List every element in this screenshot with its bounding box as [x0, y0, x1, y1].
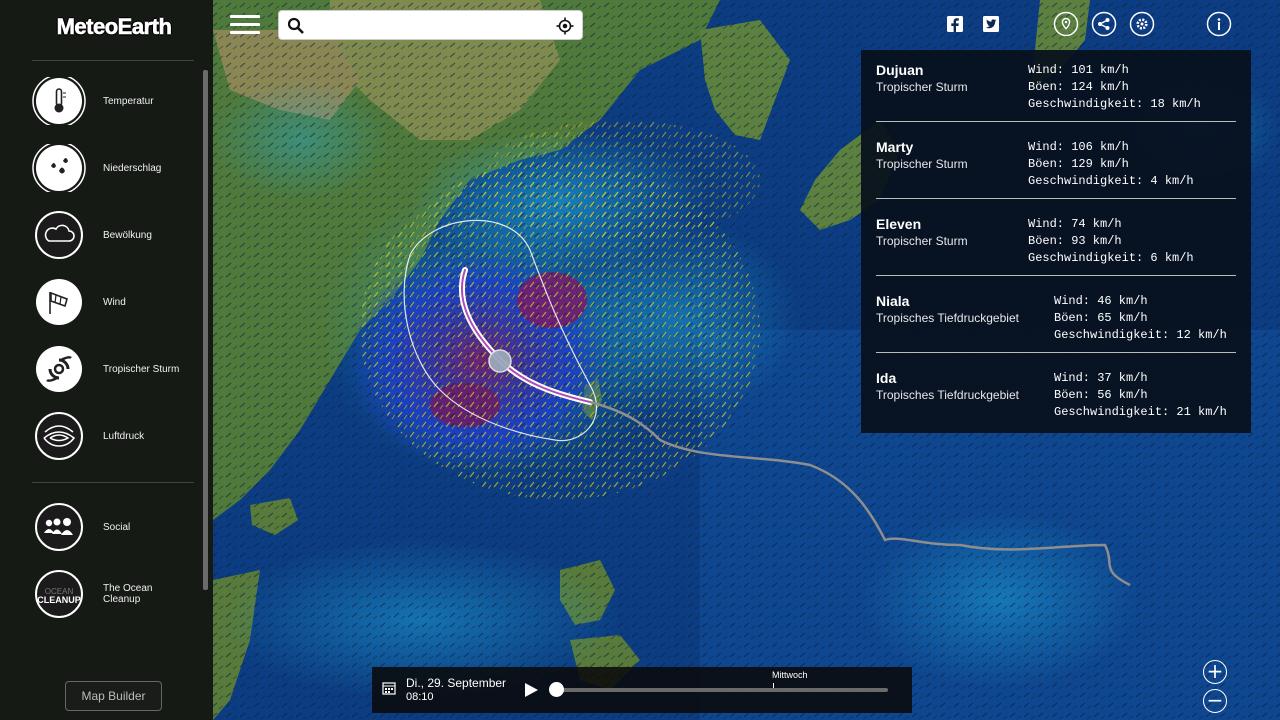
people-icon: [30, 503, 88, 551]
sidebar-item-temperature[interactable]: Temperatur: [30, 75, 200, 127]
storm-name: Dujuan: [876, 62, 924, 78]
zoom-out-button[interactable]: −: [1203, 689, 1227, 713]
storm-type: Tropischer Sturm: [876, 80, 968, 94]
timeline-time: 08:10: [406, 691, 434, 703]
storm-divider: [876, 198, 1236, 199]
sidebar-divider: [32, 482, 194, 483]
timeline-slider-handle[interactable]: [549, 682, 564, 697]
twitter-icon[interactable]: [978, 11, 1004, 37]
meteoearth-app: MeteoEarth Temperatur Niederschlag Bewöl…: [0, 0, 1280, 720]
storm-list-panel: Dujuan Tropischer Sturm Wind: 101 km/h Bö…: [861, 50, 1251, 433]
menu-icon[interactable]: [230, 14, 260, 36]
storm-divider: [876, 121, 1236, 122]
sidebar-divider: [32, 60, 194, 61]
storm-stats: Wind: 101 km/h Böen: 124 km/h Geschwindigk…: [1028, 63, 1201, 111]
day-marker-tick: [773, 683, 774, 688]
storm-item-marty[interactable]: Marty Tropischer Sturm Wind: 106 km/h Böe…: [876, 127, 1236, 204]
sidebar-item-tropical-storm[interactable]: Tropischer Sturm: [30, 343, 200, 395]
storm-type: Tropisches Tiefdruckgebiet: [876, 311, 1019, 325]
cloud-icon: [30, 211, 88, 259]
storm-name: Eleven: [876, 216, 922, 232]
sidebar-item-social[interactable]: Social: [30, 501, 200, 553]
zoom-in-button[interactable]: +: [1203, 660, 1227, 684]
sidebar-item-wind[interactable]: Wind: [30, 276, 200, 328]
location-pin-icon[interactable]: [1053, 11, 1079, 37]
sidebar-item-ocean-cleanup[interactable]: OCEAN CLEANUP The Ocean Cleanup: [30, 568, 200, 620]
hurricane-icon: [30, 345, 88, 393]
day-marker-label: Mittwoch: [772, 670, 808, 680]
search-bar: [278, 10, 583, 40]
sidebar-item-label: The Ocean Cleanup: [103, 583, 153, 605]
storm-item-dujuan[interactable]: Dujuan Tropischer Sturm Wind: 101 km/h Bö…: [876, 50, 1236, 127]
sidebar-item-label: Niederschlag: [103, 162, 162, 174]
sidebar-item-label: Wind: [103, 296, 126, 308]
pressure-icon: [30, 412, 88, 460]
storm-stats: Wind: 106 km/h Böen: 129 km/h Geschwindigk…: [1028, 140, 1194, 188]
timeline-date: Di., 29. September: [406, 676, 507, 690]
storm-name: Marty: [876, 139, 914, 155]
search-input[interactable]: [313, 15, 543, 37]
sidebar-item-label: Tropischer Sturm: [103, 363, 180, 375]
search-icon[interactable]: [287, 17, 305, 35]
sidebar-item-precipitation[interactable]: Niederschlag: [30, 142, 200, 194]
storm-divider: [876, 275, 1236, 276]
play-icon[interactable]: [522, 681, 540, 699]
storm-item-ida[interactable]: Ida Tropisches Tiefdruckgebiet Wind: 37 …: [876, 358, 1236, 435]
sidebar-item-pressure[interactable]: Luftdruck: [30, 410, 200, 462]
storm-type: Tropischer Sturm: [876, 234, 968, 248]
storm-type: Tropisches Tiefdruckgebiet: [876, 388, 1019, 402]
sidebar-item-label: Social: [103, 521, 131, 533]
storm-item-niala[interactable]: Niala Tropisches Tiefdruckgebiet Wind: 4…: [876, 281, 1236, 358]
storm-name: Ida: [876, 370, 897, 386]
ocean-cleanup-icon: OCEAN CLEANUP: [30, 570, 88, 618]
info-icon[interactable]: [1206, 11, 1232, 37]
app-logo: MeteoEarth: [56, 14, 172, 40]
timeline-bar: Di., 29. September 08:10 Mittwoch: [372, 667, 912, 713]
storm-divider: [876, 352, 1236, 353]
layer-sidebar: MeteoEarth Temperatur Niederschlag Bewöl…: [0, 0, 213, 720]
sidebar-item-label: Bewölkung: [103, 229, 152, 241]
locate-me-icon[interactable]: [556, 17, 574, 35]
timeline-track[interactable]: [556, 688, 888, 692]
share-icon[interactable]: [1091, 11, 1117, 37]
sidebar-item-label: Luftdruck: [103, 430, 145, 442]
windsock-icon: [30, 278, 88, 326]
sidebar-item-label: Temperatur: [103, 95, 154, 107]
sidebar-item-clouds[interactable]: Bewölkung: [30, 209, 200, 261]
storm-stats: Wind: 74 km/h Böen: 93 km/h Geschwindigkei…: [1028, 217, 1194, 265]
map-builder-button[interactable]: Map Builder: [65, 681, 162, 711]
storm-stats: Wind: 46 km/h Böen: 65 km/h Geschwindigkei…: [1054, 294, 1227, 342]
storm-item-eleven[interactable]: Eleven Tropischer Sturm Wind: 74 km/h Böe…: [876, 204, 1236, 281]
storm-stats: Wind: 37 km/h Böen: 56 km/h Geschwindigkei…: [1054, 371, 1227, 419]
settings-icon[interactable]: [1129, 11, 1155, 37]
storm-name: Niala: [876, 293, 910, 309]
storm-type: Tropischer Sturm: [876, 157, 968, 171]
sidebar-scrollbar[interactable]: [203, 70, 208, 590]
scrollbar-thumb[interactable]: [203, 70, 208, 590]
thermometer-icon: [30, 77, 88, 125]
rain-drops-icon: [30, 144, 88, 192]
svg-text:CLEANUP: CLEANUP: [37, 595, 81, 605]
calendar-icon[interactable]: [382, 681, 396, 695]
facebook-icon[interactable]: [942, 11, 968, 37]
